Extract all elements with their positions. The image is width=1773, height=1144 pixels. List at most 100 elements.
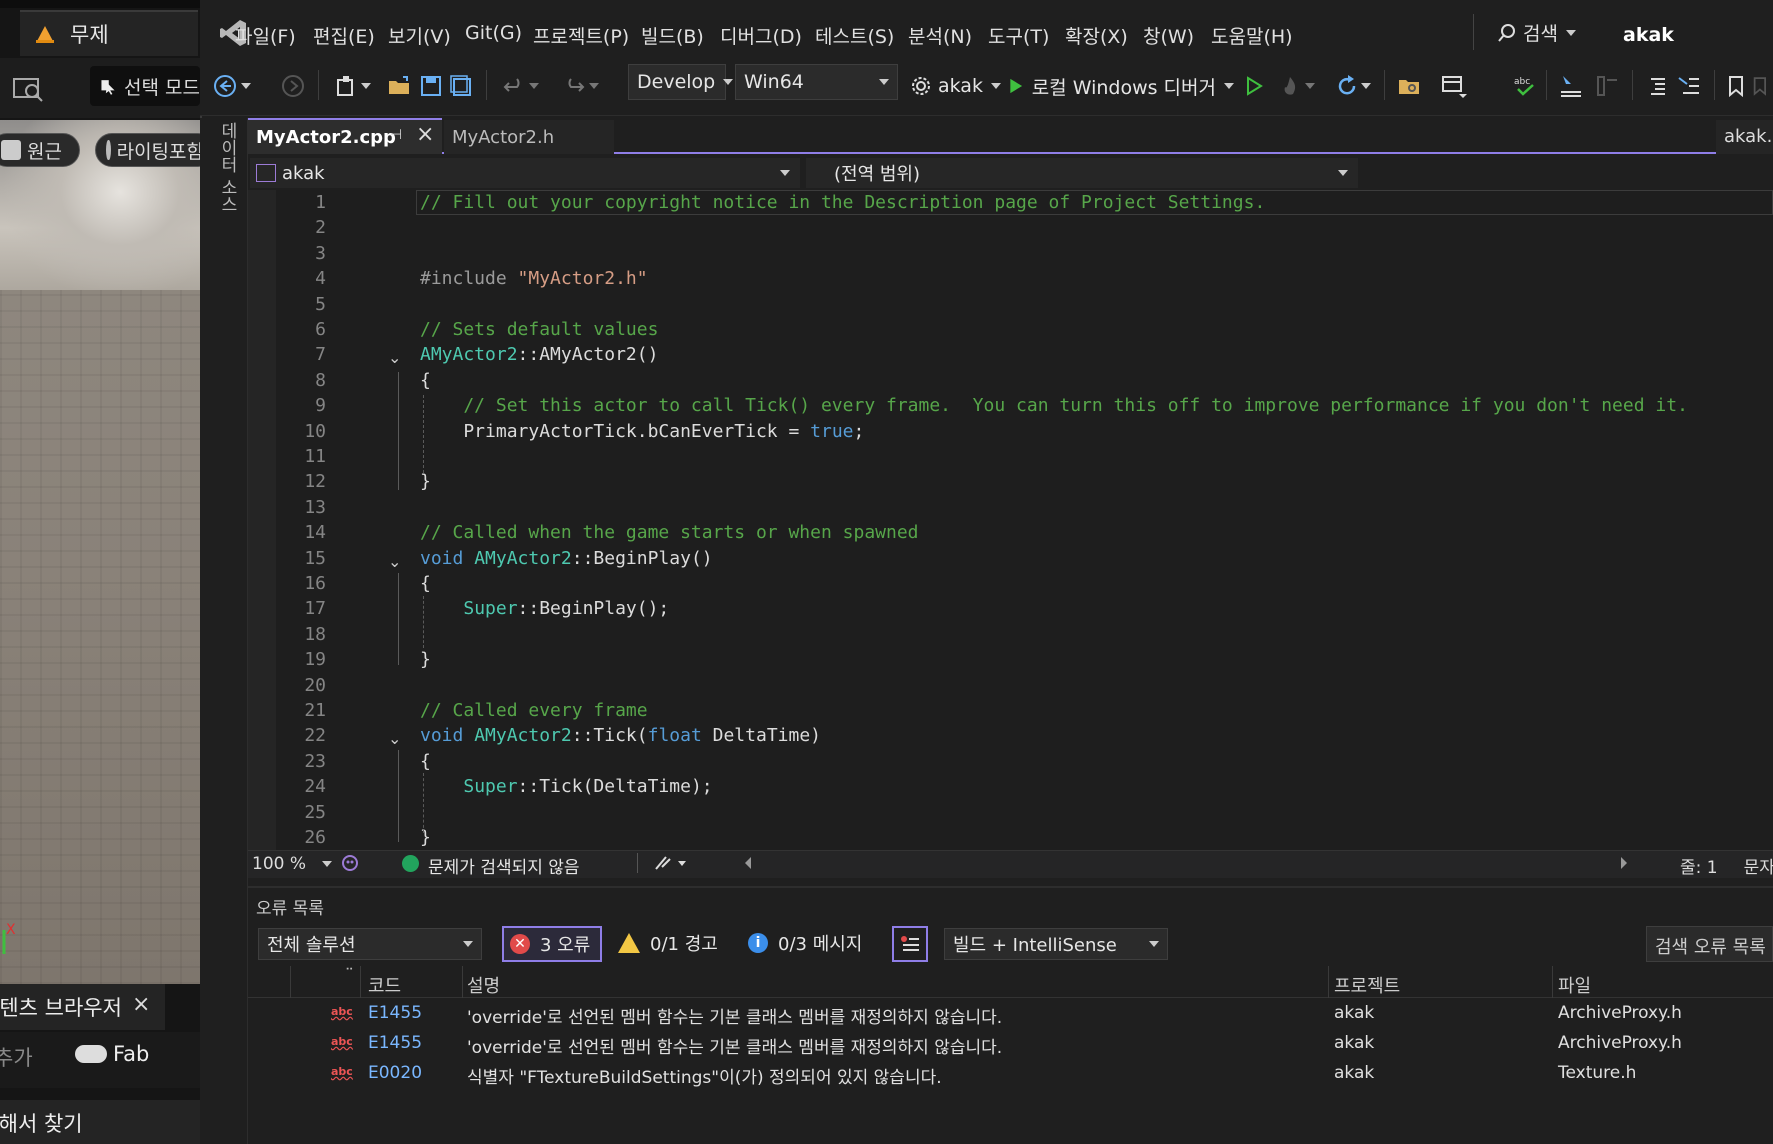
column-separator (360, 966, 361, 998)
lighting-button[interactable]: 라이팅포함 (95, 133, 215, 167)
navigate-forward-button[interactable] (278, 66, 308, 106)
issues-status-text[interactable]: 문제가 검색되지 않음 (428, 853, 580, 878)
layout-button[interactable] (1432, 66, 1476, 106)
warnings-filter-toggle[interactable]: 0/1 경고 (618, 930, 718, 956)
menu-analyze[interactable]: 분석(N) (908, 22, 972, 49)
collapse-icon[interactable]: ⌄ (388, 729, 401, 748)
error-list-search-input[interactable]: 검색 오류 목록 (1646, 926, 1773, 962)
code-line[interactable]: { (420, 751, 431, 772)
menu-help[interactable]: 도움말(H) (1211, 22, 1293, 49)
menu-tools[interactable]: 도구(T) (988, 22, 1049, 49)
menu-project[interactable]: 프로젝트(P) (533, 22, 629, 49)
menu-git[interactable]: Git(G) (465, 22, 522, 44)
content-folder-icon[interactable] (12, 73, 44, 103)
zoom-dropdown[interactable]: 100 % (252, 852, 336, 876)
save-all-button[interactable] (446, 66, 476, 106)
menu-test[interactable]: 테스트(S) (815, 22, 894, 49)
solution-platform-dropdown[interactable]: Win64 (735, 64, 898, 100)
close-icon[interactable]: × (416, 122, 438, 148)
close-icon[interactable]: × (132, 992, 154, 1018)
spell-check-icon: abc (1514, 77, 1534, 96)
column-header-code[interactable]: 코드 (368, 972, 401, 998)
code-line[interactable]: // Sets default values (420, 319, 658, 340)
search-button[interactable]: 검색 (1497, 19, 1576, 46)
errors-filter-toggle[interactable]: ✕ 3 오류 (502, 926, 602, 962)
undo-button[interactable] (496, 66, 546, 106)
error-scope-dropdown[interactable]: 전체 솔루션 (258, 928, 482, 960)
start-without-debugging-button[interactable] (1240, 66, 1268, 106)
start-debugging-button[interactable]: 로컬 Windows 디버거 (1008, 66, 1234, 106)
unreal-level-tab[interactable]: 무제 (20, 10, 198, 56)
save-button[interactable] (416, 66, 446, 106)
error-code[interactable]: E1455 (368, 1003, 422, 1023)
menu-debug[interactable]: 디버그(D) (720, 22, 802, 49)
fab-button[interactable]: Fab (75, 1042, 149, 1066)
redo-button[interactable] (556, 66, 606, 106)
menu-extensions[interactable]: 확장(X) (1065, 22, 1128, 49)
collapse-icon[interactable]: ⌄ (388, 552, 401, 571)
tab-myactor2-cpp[interactable]: MyActor2.cpp (248, 118, 442, 154)
step-into-button[interactable] (1556, 66, 1586, 106)
cursor-position: 줄: 1 문자 (1680, 853, 1773, 878)
line-number: 20 (304, 674, 326, 696)
select-mode-button[interactable]: 선택 모드 (90, 66, 200, 106)
restart-button[interactable] (1328, 66, 1378, 106)
column-header-file[interactable]: 파일 (1558, 972, 1591, 998)
sort-icon[interactable]: ⠉ (345, 966, 354, 980)
add-button[interactable]: 추가 (0, 1042, 33, 1072)
code-line[interactable]: void AMyActor2::Tick(float DeltaTime) (420, 725, 821, 746)
open-documents-filter-button[interactable] (892, 926, 928, 962)
tab-myactor2-h[interactable]: MyActor2.h (444, 120, 614, 154)
code-line[interactable]: } (420, 827, 431, 848)
pin-icon[interactable]: ⊣ (390, 127, 404, 145)
code-line[interactable]: void AMyActor2::BeginPlay() (420, 548, 713, 569)
horizontal-scrollbar[interactable] (735, 853, 1637, 873)
code-line[interactable]: Super::BeginPlay(); (420, 598, 669, 619)
menu-window[interactable]: 창(W) (1143, 22, 1194, 49)
scope-dropdown[interactable]: (전역 범위) (806, 158, 1358, 188)
perspective-button[interactable]: 원근 (0, 133, 80, 167)
menu-build[interactable]: 빌드(B) (641, 22, 704, 49)
hot-reload-button[interactable] (1272, 66, 1322, 106)
new-item-button[interactable] (330, 66, 376, 106)
code-line[interactable]: #include "MyActor2.h" (420, 268, 648, 289)
error-code[interactable]: E0020 (368, 1063, 422, 1083)
comment-lines-button[interactable] (1674, 66, 1704, 106)
solution-configuration-dropdown[interactable]: Develop (628, 64, 734, 100)
open-file-button[interactable] (384, 66, 414, 106)
code-line[interactable]: // Called every frame (420, 700, 648, 721)
code-line[interactable]: // Called when the game starts or when s… (420, 522, 919, 543)
spell-check-button[interactable]: abc (1510, 66, 1540, 106)
solution-explorer-button[interactable] (1392, 66, 1426, 106)
navigate-back-button[interactable] (212, 66, 252, 106)
code-line[interactable]: } (420, 471, 431, 492)
messages-filter-toggle[interactable]: i 0/3 메시지 (748, 930, 862, 956)
code-line[interactable]: Super::Tick(DeltaTime); (420, 776, 712, 797)
code-line[interactable]: // Fill out your copyright notice in the… (420, 192, 1265, 213)
column-separator (1328, 966, 1329, 998)
build-source-dropdown[interactable]: 빌드 + IntelliSense (944, 928, 1168, 960)
outline-button[interactable] (1592, 66, 1622, 106)
tab-akak-build[interactable]: akak.Build.cs (1716, 120, 1773, 154)
error-code[interactable]: E1455 (368, 1033, 422, 1053)
copilot-icon[interactable] (340, 853, 360, 873)
indent-button[interactable] (1640, 66, 1670, 106)
code-line[interactable]: AMyActor2::AMyActor2() (420, 344, 658, 365)
code-line[interactable]: PrimaryActorTick.bCanEverTick = true; (420, 421, 864, 442)
code-line[interactable]: // Set this actor to call Tick() every f… (420, 395, 1688, 416)
column-header-description[interactable]: 설명 (467, 972, 500, 998)
menu-edit[interactable]: 편집(E) (313, 22, 375, 49)
code-line[interactable]: { (420, 573, 431, 594)
code-line[interactable]: } (420, 649, 431, 670)
column-header-project[interactable]: 프로젝트 (1334, 972, 1400, 998)
menu-file[interactable]: 파일(F) (235, 22, 296, 49)
collapse-icon[interactable]: ⌄ (388, 348, 401, 367)
code-cleanup-icon[interactable] (652, 853, 692, 873)
bookmark-button[interactable] (1722, 66, 1750, 106)
code-line[interactable]: { (420, 370, 431, 391)
next-bookmark-button[interactable] (1752, 66, 1773, 106)
menu-view[interactable]: 보기(V) (388, 22, 451, 49)
project-dropdown[interactable]: akak (250, 158, 800, 188)
startup-project-dropdown[interactable]: akak (910, 66, 1002, 106)
data-sources-tab[interactable]: 데이터 소스 (210, 122, 240, 212)
